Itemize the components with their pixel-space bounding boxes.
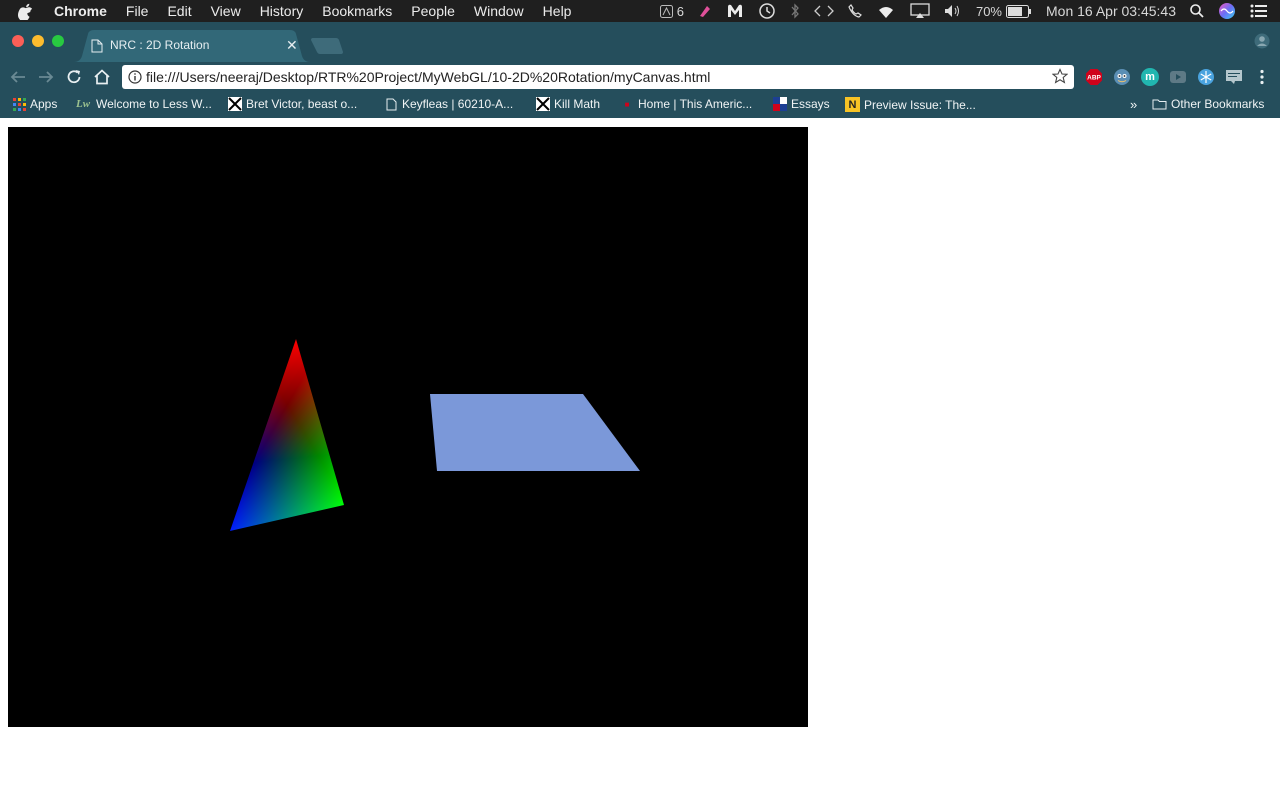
- bret-icon: [536, 97, 550, 111]
- bookmark-label: Welcome to Less W...: [96, 97, 212, 111]
- svg-text:ABP: ABP: [1087, 75, 1101, 82]
- forward-button[interactable]: [36, 67, 56, 87]
- menu-help[interactable]: Help: [543, 3, 572, 19]
- back-button[interactable]: [8, 67, 28, 87]
- menu-history[interactable]: History: [260, 3, 304, 19]
- bookmark-label: Preview Issue: The...: [864, 97, 976, 112]
- bookmark-keyfleas[interactable]: Keyfleas | 60210-A...: [384, 97, 513, 111]
- phone-icon[interactable]: [848, 0, 862, 22]
- menu-chrome[interactable]: Chrome: [54, 3, 107, 19]
- home-button[interactable]: [92, 67, 112, 87]
- time-machine-icon[interactable]: [758, 0, 776, 22]
- airplay-icon[interactable]: [910, 0, 930, 22]
- bookmark-bret-victor[interactable]: Bret Victor, beast o...: [228, 97, 357, 111]
- back-arrow-icon: [10, 71, 25, 83]
- rotating-quad: [430, 394, 640, 471]
- page-icon: [384, 97, 398, 111]
- more-vertical-icon: [1260, 69, 1264, 85]
- address-bar[interactable]: file:///Users/neeraj/Desktop/RTR%20Proje…: [122, 65, 1074, 89]
- info-icon[interactable]: [128, 70, 142, 84]
- canvas-scene: [230, 339, 640, 531]
- toolbar: file:///Users/neeraj/Desktop/RTR%20Proje…: [0, 62, 1280, 92]
- menu-bookmarks[interactable]: Bookmarks: [322, 3, 392, 19]
- double-chevron-icon: »: [1130, 97, 1138, 112]
- apple-icon[interactable]: [18, 3, 38, 20]
- adblock-plus-icon[interactable]: ABP: [1085, 68, 1103, 86]
- tab-close-icon[interactable]: ✕: [286, 37, 298, 54]
- window-close-button[interactable]: [12, 35, 24, 47]
- page-icon: [91, 39, 103, 53]
- new-tab-button[interactable]: [310, 38, 344, 54]
- bookmark-this-american-life[interactable]: ■ Home | This Americ...: [620, 97, 753, 111]
- page-content: [0, 118, 1280, 800]
- clock[interactable]: Mon 16 Apr 03:45:43: [1046, 0, 1176, 22]
- adobe-count: 6: [676, 3, 684, 19]
- bret-icon: [228, 97, 242, 111]
- url-text: file:///Users/neeraj/Desktop/RTR%20Proje…: [146, 69, 711, 85]
- menu-people[interactable]: People: [411, 3, 455, 19]
- spotlight-icon[interactable]: [1190, 0, 1204, 22]
- home-icon: [94, 69, 110, 85]
- lw-icon: Lw: [75, 98, 91, 110]
- notification-center-icon[interactable]: [1250, 0, 1268, 22]
- bookmark-label: Essays: [791, 97, 830, 111]
- n-icon: N: [845, 97, 860, 112]
- reload-icon: [67, 70, 81, 84]
- bookmark-label: Apps: [30, 97, 58, 111]
- snowflake-icon[interactable]: [1197, 68, 1215, 86]
- wifi-icon[interactable]: [876, 0, 896, 22]
- m-extension-icon[interactable]: m: [1141, 68, 1159, 86]
- pen-icon[interactable]: [698, 0, 712, 22]
- apps-grid-icon: [12, 97, 26, 111]
- malwarebytes-icon[interactable]: [726, 0, 744, 22]
- menu-bar: Chrome File Edit View History Bookmarks …: [0, 0, 1280, 22]
- comment-icon[interactable]: [1225, 68, 1243, 86]
- bookmark-apps[interactable]: Apps: [12, 97, 57, 111]
- bookmark-kill-math[interactable]: Kill Math: [536, 97, 600, 111]
- volume-icon[interactable]: [944, 0, 962, 22]
- bookmark-label: Home | This Americ...: [638, 97, 753, 111]
- window-minimize-button[interactable]: [32, 35, 44, 47]
- essays-icon: [773, 97, 787, 111]
- tab-strip: NRC : 2D Rotation ✕: [0, 22, 1280, 62]
- forward-arrow-icon: [39, 71, 54, 83]
- rotating-triangle: [230, 339, 344, 531]
- menu-file[interactable]: File: [126, 3, 149, 19]
- bookmark-lesswrong[interactable]: Lw Welcome to Less W...: [74, 97, 212, 111]
- bookmark-label: Bret Victor, beast o...: [246, 97, 358, 111]
- other-bookmarks[interactable]: Other Bookmarks: [1151, 97, 1264, 111]
- other-bookmarks-label: Other Bookmarks: [1171, 97, 1265, 111]
- datetime-text: Mon 16 Apr 03:45:43: [1046, 3, 1176, 19]
- bookmark-label: Keyfleas | 60210-A...: [402, 97, 514, 111]
- menu-edit[interactable]: Edit: [167, 3, 191, 19]
- siri-icon[interactable]: [1218, 0, 1236, 22]
- window-zoom-button[interactable]: [52, 35, 64, 47]
- bookmark-star-icon[interactable]: [1052, 68, 1068, 84]
- webgl-canvas[interactable]: [8, 127, 808, 727]
- battery-widget[interactable]: 70%: [976, 0, 1032, 22]
- tab-active[interactable]: NRC : 2D Rotation ✕: [74, 30, 310, 62]
- bluetooth-icon[interactable]: [790, 0, 800, 22]
- folder-icon: [1151, 97, 1167, 111]
- tab-title: NRC : 2D Rotation: [110, 38, 210, 52]
- reload-button[interactable]: [64, 67, 84, 87]
- battery-icon: [1006, 4, 1031, 18]
- menu-window[interactable]: Window: [474, 3, 524, 19]
- bookmarks-bar: Apps Lw Welcome to Less W... Bret Victor…: [0, 92, 1280, 118]
- bookmark-label: Kill Math: [554, 97, 601, 111]
- bookmarks-overflow-button[interactable]: »: [1130, 97, 1137, 112]
- ghostery-icon[interactable]: [1113, 68, 1131, 86]
- tal-icon: ■: [624, 99, 630, 109]
- battery-percent: 70%: [975, 3, 1002, 19]
- adobe-icon[interactable]: 6: [659, 0, 684, 22]
- menu-view[interactable]: View: [211, 3, 241, 19]
- code-icon[interactable]: [814, 0, 834, 22]
- bookmark-essays[interactable]: Essays: [773, 97, 830, 111]
- bookmark-preview-issue[interactable]: N Preview Issue: The...: [845, 97, 976, 112]
- profile-icon[interactable]: [1254, 33, 1270, 49]
- chrome-menu-button[interactable]: [1252, 67, 1272, 87]
- video-icon[interactable]: [1169, 68, 1187, 86]
